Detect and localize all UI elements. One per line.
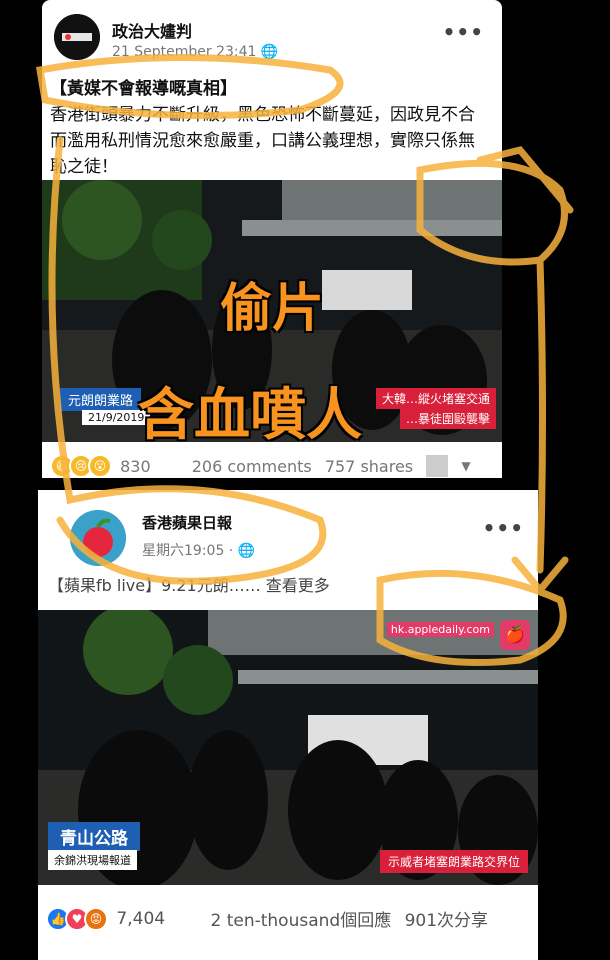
- comment-count[interactable]: 206 comments: [192, 457, 312, 476]
- comment-count[interactable]: 2 ten-thousand個回應: [210, 906, 391, 931]
- video-caption: 示威者堵塞朗業路交界位: [379, 850, 528, 873]
- angry-reaction-icon: 😡: [84, 906, 108, 931]
- screenshot-divider: [0, 478, 610, 490]
- share-count[interactable]: 757 shares: [325, 457, 413, 476]
- post-card-2: 香港蘋果日報 星期六19:05 · 🌐 ••• 【蘋果fb live】9.21元…: [38, 490, 538, 960]
- more-options-button[interactable]: •••: [443, 20, 484, 44]
- video-location-caption: 元朗朗業路: [60, 388, 142, 411]
- reporter-caption: 余錦洪現場報道: [48, 850, 137, 870]
- wow-reaction-icon: 😮: [88, 454, 112, 478]
- post-stats: 👍 ♥ 😡 7,404 2 ten-thousand個回應 901次分享: [46, 906, 526, 931]
- post-text: 【黃媒不會報導嘅真相】 香港街頭暴力不斷升級，黑色恐怖不斷蔓延，因政見不合而濫用…: [50, 76, 490, 180]
- viewer-avatar[interactable]: [426, 455, 449, 477]
- post-stats: 😆 😢 😮 830 206 comments 757 shares ▼: [50, 454, 495, 478]
- page-avatar[interactable]: [70, 510, 126, 566]
- post-body: 香港街頭暴力不斷升級，黑色恐怖不斷蔓延，因政見不合而濫用私刑情況愈來愈嚴重，口講…: [50, 105, 475, 177]
- more-options-button[interactable]: •••: [483, 516, 524, 540]
- page-avatar[interactable]: [54, 14, 100, 60]
- post-headline: 【黃媒不會報導嘅真相】: [50, 79, 237, 99]
- overlay-text-line-1: 偷片: [220, 279, 325, 339]
- apple-logo-icon: 🍎: [500, 620, 530, 650]
- page-name[interactable]: 香港蘋果日報: [142, 512, 232, 533]
- video-caption-1: 大韓…縱火堵塞交通: [375, 388, 496, 409]
- globe-icon: 🌐: [260, 44, 279, 60]
- reaction-icons[interactable]: 😆 😢 😮: [50, 454, 112, 478]
- post-timestamp[interactable]: 星期六19:05 · 🌐: [142, 540, 255, 560]
- share-count[interactable]: 901次分享: [405, 906, 488, 931]
- overlay-text-line-2: 含血噴人: [138, 383, 362, 448]
- post-timestamp[interactable]: 21 September 23:41 🌐: [112, 44, 278, 60]
- video-thumbnail[interactable]: hk.appledaily.com 🍎 青山公路 余錦洪現場報道 示威者堵塞朗業…: [38, 610, 538, 885]
- video-location-caption: 青山公路: [48, 822, 140, 851]
- source-url-tag: hk.appledaily.com: [386, 622, 494, 637]
- reaction-icons[interactable]: 👍 ♥ 😡: [46, 906, 108, 931]
- page-name[interactable]: 政治大嫿判: [112, 18, 192, 42]
- chevron-down-icon[interactable]: ▼: [461, 459, 470, 473]
- post-caption[interactable]: 【蘋果fb live】9.21元朗…… 查看更多: [48, 572, 330, 596]
- reaction-count[interactable]: 830: [120, 457, 151, 476]
- video-caption-2: …暴徒圍毆襲擊: [399, 408, 496, 429]
- reaction-count[interactable]: 7,404: [116, 909, 165, 929]
- globe-icon: 🌐: [237, 543, 256, 559]
